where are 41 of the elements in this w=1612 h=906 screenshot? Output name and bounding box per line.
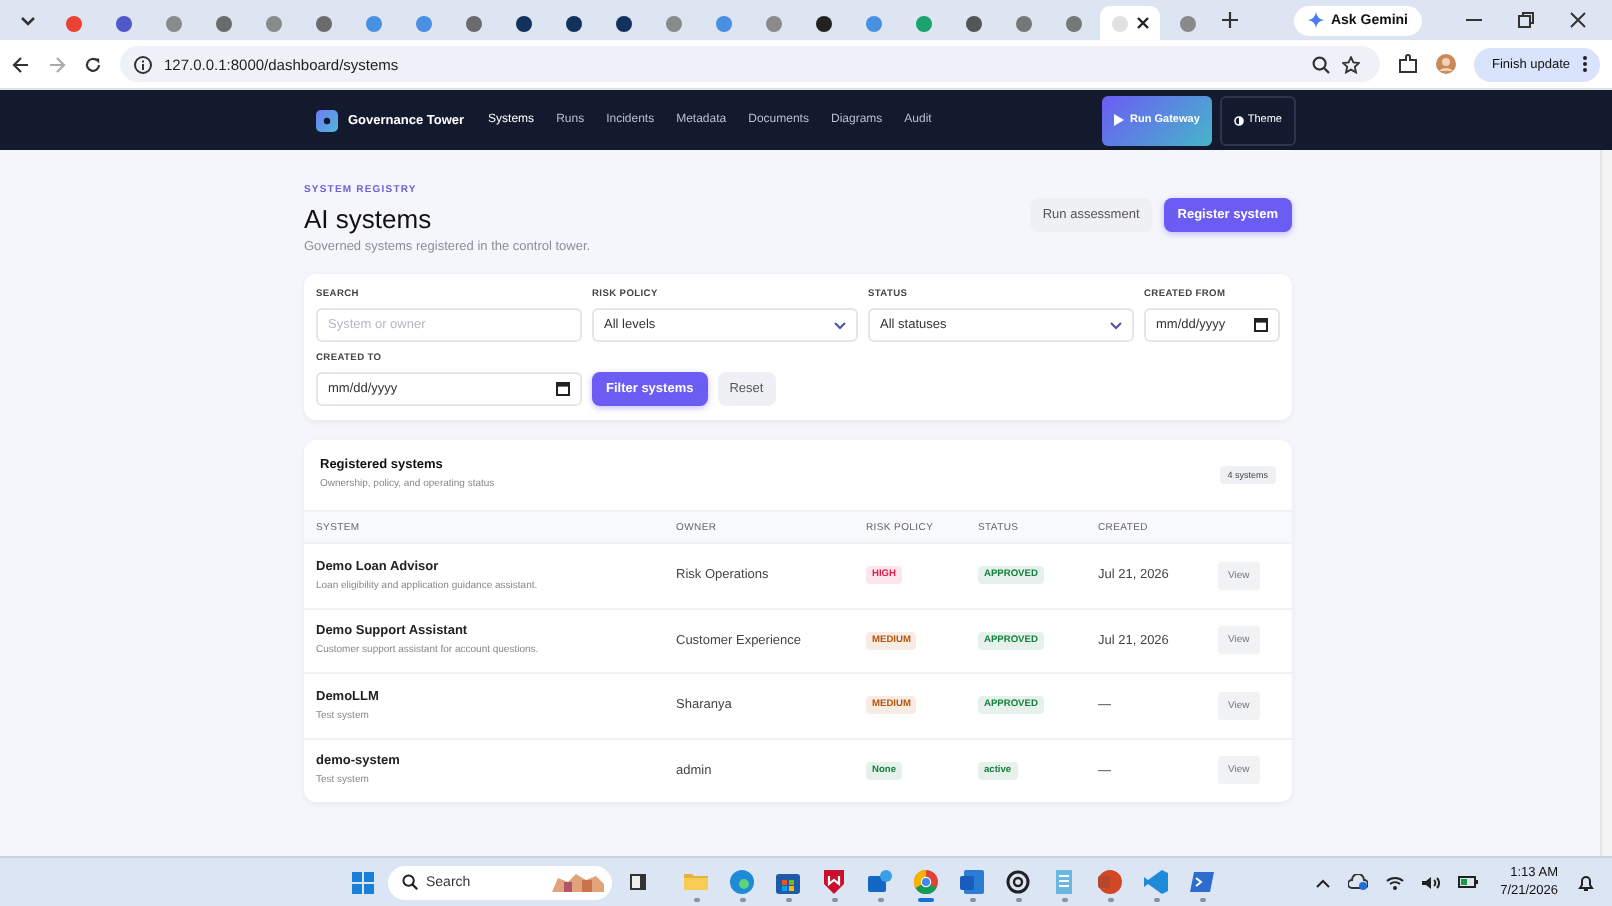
battery-icon[interactable] [1458,876,1479,888]
task-view-icon[interactable] [630,874,646,890]
zoom-icon[interactable] [1311,55,1330,73]
extensions-icon[interactable] [1397,54,1418,74]
restore-icon[interactable] [1518,12,1534,28]
plus-icon[interactable] [1222,12,1238,28]
town-icon [552,872,604,892]
star-icon[interactable] [1341,55,1360,73]
calendar-icon [556,382,570,396]
avatar-icon[interactable] [1435,54,1456,74]
close-icon[interactable] [1570,12,1586,28]
shield-icon[interactable] [820,867,848,895]
close-icon[interactable] [1135,16,1149,30]
page-title: AI systems [304,204,434,234]
document-icon[interactable] [958,867,986,895]
chrome-icon[interactable] [912,867,940,895]
chevron-icon [834,321,846,329]
mail-icon[interactable] [866,867,894,895]
browser-tab[interactable] [1100,6,1160,40]
windows-icon[interactable] [352,871,374,893]
back-icon[interactable] [12,55,30,73]
cloud-icon[interactable] [1348,874,1369,890]
bell-icon[interactable] [1578,873,1594,891]
sparkle-icon [1308,12,1325,28]
scrollbar[interactable] [1600,150,1612,856]
more-icon [1582,56,1588,72]
search-icon [402,874,418,890]
slides-icon[interactable] [1096,867,1124,895]
logo-icon [316,109,338,131]
chevron-icon [1110,321,1122,329]
chevron-up-icon[interactable] [1316,877,1331,887]
code-editor-icon[interactable] [1142,867,1170,895]
play-icon [1114,114,1125,126]
wifi-icon[interactable] [1386,875,1405,889]
browser-icon[interactable] [728,867,756,895]
contrast-icon [1233,115,1244,125]
terminal-icon[interactable] [1188,867,1216,895]
volume-icon[interactable] [1422,875,1441,889]
reload-icon[interactable] [84,55,102,73]
info-icon [134,55,152,73]
calendar-icon [1254,318,1268,332]
